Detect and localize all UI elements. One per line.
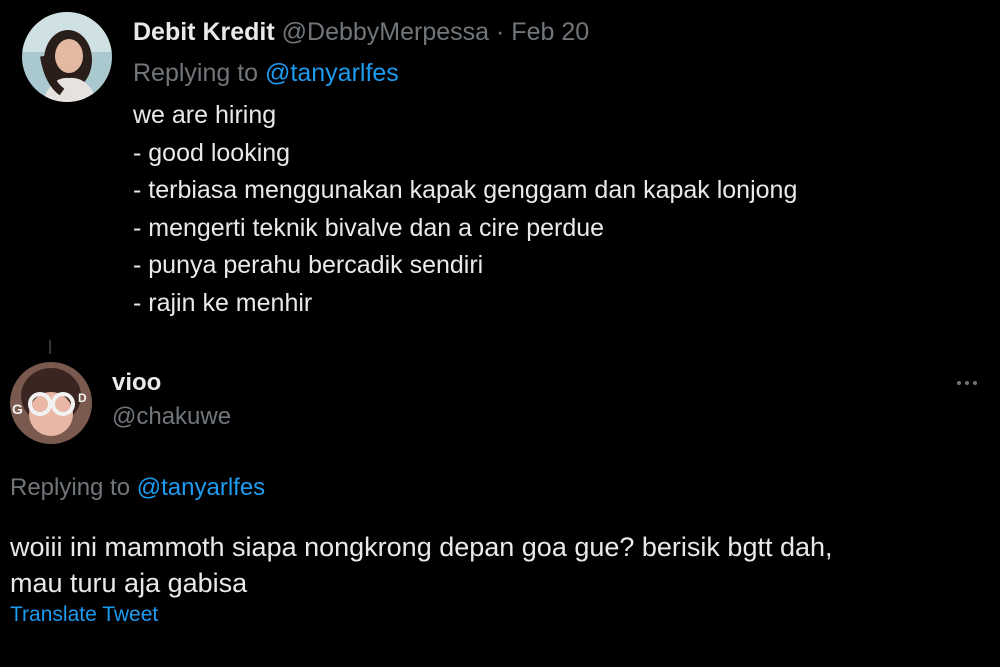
dot [957, 381, 961, 385]
replying-handle-link[interactable]: @tanyarlfes [265, 59, 399, 87]
replying-to: Replying to @tanyarlfes [10, 473, 265, 503]
thread-connector-line [49, 340, 51, 354]
avatar-image: G D [10, 362, 92, 444]
tweet-line: - rajin ke menhir [133, 288, 313, 317]
tweet-line: - punya perahu bercadik sendiri [133, 251, 484, 279]
tweet-line: mau turu aja gabisa [10, 568, 248, 598]
tweet2-text: woiii ini mammoth siapa nongkrong depan … [10, 529, 980, 601]
avatar-image [22, 12, 112, 102]
tweet1-text: we are hiring - good looking - terbiasa … [133, 97, 797, 322]
user-handle[interactable]: @DebbyMerpessa [282, 18, 489, 46]
avatar-letter: G [12, 401, 23, 417]
display-name[interactable]: vioo [112, 368, 161, 398]
tweet-line: - good looking [133, 138, 291, 167]
tweet1-header: Debit Kredit @DebbyMerpessa · Feb 20 [133, 17, 589, 47]
tweet-line: we are hiring [133, 101, 277, 129]
dot [973, 381, 977, 385]
separator: · [496, 18, 505, 46]
tweet-date[interactable]: Feb 20 [511, 18, 589, 46]
tweet-line: woiii ini mammoth siapa nongkrong depan … [10, 532, 833, 562]
replying-prefix: Replying to [133, 59, 259, 87]
tweet-line: - mengerti teknik bivalve dan a cire per… [133, 213, 605, 242]
replying-handle-link[interactable]: @tanyarlfes [137, 474, 265, 501]
replying-to: Replying to @tanyarlfes [133, 58, 399, 88]
replying-prefix: Replying to [10, 474, 131, 501]
avatar-letter: D [78, 391, 87, 405]
more-options-icon[interactable] [950, 372, 984, 394]
translate-tweet-link[interactable]: Translate Tweet [10, 601, 158, 629]
dot [965, 381, 969, 385]
tweet-line: - terbiasa menggunakan kapak genggam dan… [133, 176, 798, 204]
user-handle[interactable]: @chakuwe [112, 402, 231, 432]
display-name[interactable]: Debit Kredit [133, 18, 275, 46]
avatar[interactable]: G D [10, 362, 92, 444]
avatar[interactable] [22, 12, 112, 102]
